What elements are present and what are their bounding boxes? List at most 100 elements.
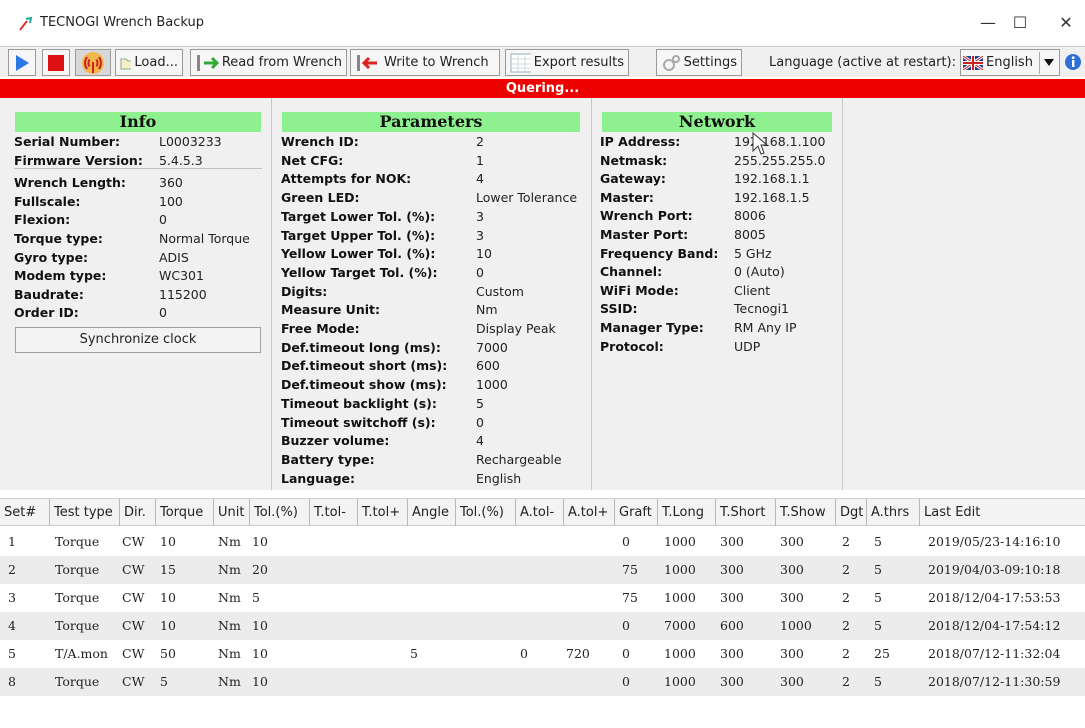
column-header-t-tol[interactable]: T.tol+ [358,499,408,526]
table-cell: 5 [874,562,882,577]
play-icon [16,54,29,71]
load-button[interactable]: Load... [115,49,183,76]
table-cell: 2 [842,590,850,605]
field-value: 3 [476,227,484,243]
language-value: English [986,55,1033,70]
table-cell: Torque [55,674,100,689]
column-header-angle[interactable]: Angle [408,499,456,526]
table-cell: 300 [720,534,744,549]
gear-icon [663,54,680,71]
table-cell: 2 [842,674,850,689]
info-header: Info [15,112,261,132]
table-cell: 300 [780,562,804,577]
column-header-graft[interactable]: Graft [615,499,658,526]
table-cell: 2018/12/04-17:54:12 [928,618,1061,633]
table-row[interactable]: 5 T/A.mon CW 50 Nm 10 5 0 720 0 1000 300 300 2 25 2018/… [0,640,1085,668]
table-cell: 10 [160,618,176,633]
table-cell: 600 [720,618,744,633]
column-header-a-thrs[interactable]: A.thrs [867,499,920,526]
field-value: 600 [476,358,500,374]
table-cell: 2018/07/12-11:32:04 [928,646,1061,661]
column-header-tol[interactable]: Tol.(%) [456,499,516,526]
column-header-a-tol[interactable]: A.tol+ [564,499,615,526]
table-row[interactable]: 2 Torque CW 15 Nm 20 75 1000 300 300 2 5 2019/04/03-… [0,556,1085,584]
table-cell: Torque [55,534,100,549]
table-cell: 75 [622,562,638,577]
table-cell: 5 [8,646,16,661]
column-header-dgt[interactable]: Dgt [836,499,867,526]
table-cell: 1000 [780,618,812,633]
table-cell: 1 [8,534,16,549]
read-arrow-icon [197,54,219,71]
parameters-panel: Parameters Wrench ID: 2 Net CFG: 1 Attempts … [272,98,592,490]
table-row[interactable]: 8 Torque CW 5 Nm 10 0 1000 300 300 2 5 2018/07/12-11… [0,668,1085,696]
column-header-unit[interactable]: Unit [214,499,250,526]
field-value: 5 [476,395,484,411]
field-value: WC301 [159,268,204,284]
table-row[interactable]: 4 Torque CW 10 Nm 10 0 7000 600 1000 2 5 2018/12/04-… [0,612,1085,640]
close-button[interactable]: ✕ [1046,10,1085,36]
stop-button[interactable] [42,49,70,76]
language-select[interactable]: English [960,49,1060,76]
table-cell: 5 [410,646,418,661]
export-results-button[interactable]: Export results [505,49,629,76]
synchronize-clock-button[interactable]: Synchronize clock [15,327,261,353]
column-header-a-tol[interactable]: A.tol- [516,499,564,526]
field-label: Gyro type: [14,249,89,265]
app-logo-icon [19,16,33,31]
app-window: TECNOGI Wrench Backup — ☐ ✕ Load... Read… [0,0,1085,728]
column-header-t-long[interactable]: T.Long [658,499,716,526]
column-header-torque[interactable]: Torque [156,499,214,526]
field-label: Protocol: [600,338,664,354]
table-cell: 15 [160,562,176,577]
maximize-button[interactable]: ☐ [1000,10,1040,36]
field-value: 0 [159,305,167,321]
field-label: Channel: [600,264,663,280]
settings-label: Settings [683,55,737,70]
field-value: Rechargeable [476,451,562,467]
table-row[interactable]: 3 Torque CW 10 Nm 5 75 1000 300 300 2 5 2018/12/04-1… [0,584,1085,612]
table-cell: 300 [780,674,804,689]
read-from-wrench-button[interactable]: Read from Wrench [190,49,347,76]
table-cell: 75 [622,590,638,605]
column-header-test-type[interactable]: Test type [50,499,120,526]
table-cell: 0 [622,618,630,633]
info-icon[interactable] [1064,53,1082,71]
play-button[interactable] [8,49,36,76]
field-value: 0 (Auto) [734,264,785,280]
column-header-t-tol[interactable]: T.tol- [310,499,358,526]
settings-button[interactable]: Settings [656,49,742,76]
table-cell: 2 [842,562,850,577]
write-to-wrench-button[interactable]: Write to Wrench [350,49,500,76]
field-value: 2 [476,134,484,149]
table-row[interactable]: 1 Torque CW 10 Nm 10 0 1000 300 300 2 5 2019/05/23-1… [0,528,1085,556]
table-cell: 10 [252,646,268,661]
field-label: IP Address: [600,134,681,149]
field-label: Timeout switchoff (s): [281,414,436,430]
table-cell: T/A.mon [55,646,108,661]
mouse-cursor-icon [752,132,768,155]
column-header-set[interactable]: Set# [0,499,50,526]
table-cell: 300 [780,646,804,661]
column-header-tol[interactable]: Tol.(%) [250,499,310,526]
column-header-t-short[interactable]: T.Short [716,499,776,526]
table-cell: 5 [874,618,882,633]
table-cell: 300 [720,562,744,577]
chevron-down-icon[interactable] [1039,51,1057,74]
field-label: Def.timeout short (ms): [281,358,448,374]
table-cell: 1000 [664,534,696,549]
field-value: Lower Tolerance [476,190,578,206]
field-label: Language: [281,470,356,486]
column-header-dir[interactable]: Dir. [120,499,156,526]
column-header-t-show[interactable]: T.Show [776,499,836,526]
table-cell: 720 [566,646,590,661]
table-cell: 5 [874,534,882,549]
field-value: Tecnogi1 [734,301,790,317]
parameters-header: Parameters [282,112,580,132]
table-cell: 10 [160,534,176,549]
column-header-last-edit[interactable]: Last Edit [920,499,1085,526]
wireless-button[interactable] [75,49,111,76]
table-cell: 2019/04/03-09:10:18 [928,562,1061,577]
field-label: Master Port: [600,227,689,242]
field-value: 115200 [159,286,207,302]
